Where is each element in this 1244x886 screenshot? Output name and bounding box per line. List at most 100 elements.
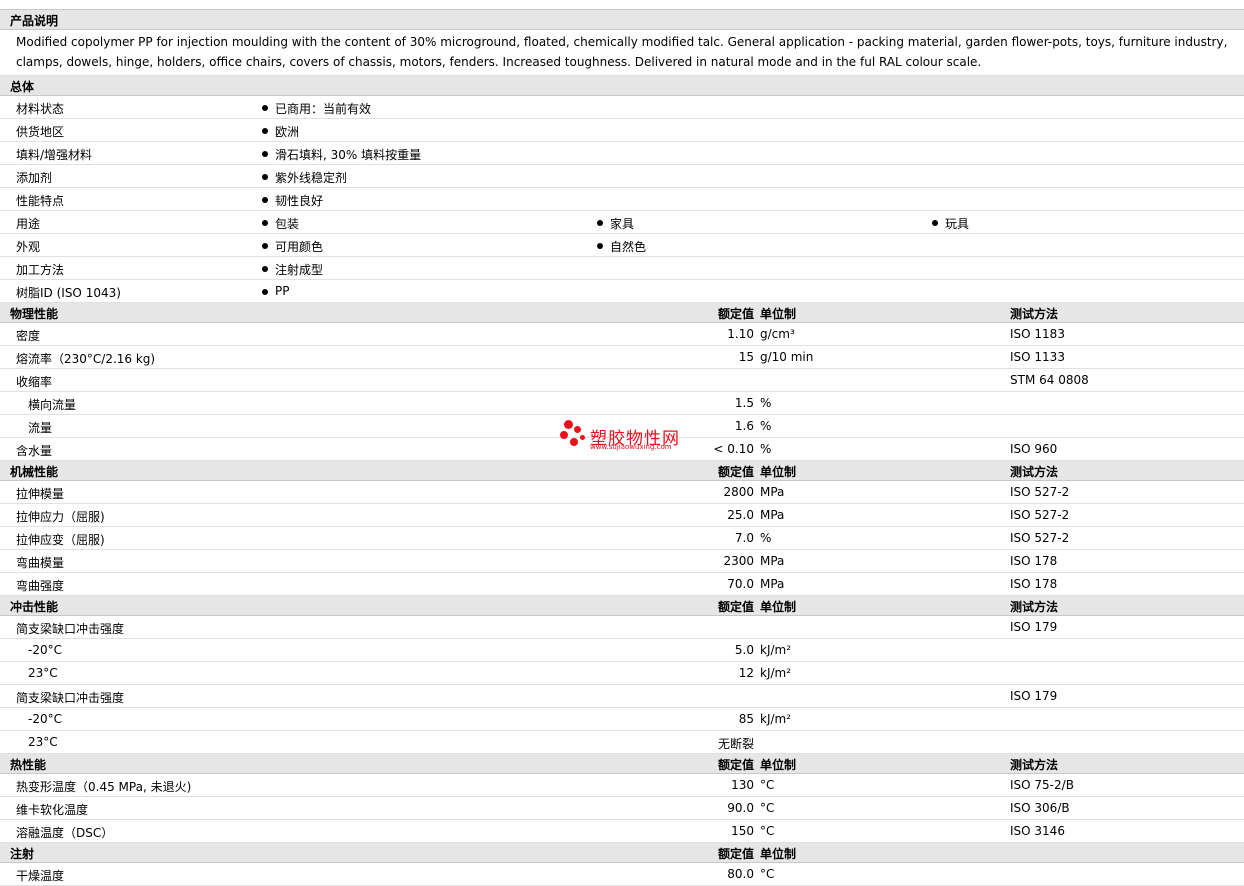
row-unit: % [760, 442, 772, 456]
row-label: 弯曲模量 [16, 556, 65, 570]
row-value: 已商用：当前有效 [260, 100, 371, 117]
column-header-nominal: 额定值 [717, 847, 754, 861]
row-value: 130 [731, 778, 754, 792]
product-description: Modified copolymer PP for injection moul… [0, 30, 1244, 76]
row-test-method: ISO 179 [1010, 689, 1058, 703]
row-label: 加工方法 [16, 263, 65, 277]
general-row-features: 性能特点 韧性良好 [0, 188, 1244, 211]
general-row-appearance: 外观 可用颜色 自然色 [0, 234, 1244, 257]
row-label: -20°C [28, 712, 62, 726]
row-test-method: ISO 3146 [1010, 824, 1065, 838]
section-title: 物理性能 [10, 307, 59, 321]
row-value: 25.0 [727, 508, 754, 522]
row-test-method: ISO 960 [1010, 442, 1058, 456]
row-unit: °C [760, 801, 775, 815]
column-header-test: 测试方法 [1010, 307, 1059, 321]
row-value: 家具 [595, 215, 634, 232]
section-title: 机械性能 [10, 465, 59, 479]
table-row: 拉伸模量 2800 MPa ISO 527-2 [0, 481, 1244, 504]
row-unit: g/cm³ [760, 327, 795, 341]
column-header-nominal: 额定值 [717, 307, 754, 321]
row-value: 150 [731, 824, 754, 838]
row-label: 简支梁缺口冲击强度 [16, 622, 125, 636]
row-label: 横向流量 [28, 398, 77, 412]
row-label: 树脂ID (ISO 1043) [16, 286, 121, 300]
row-value: 滑石填料, 30% 填料按重量 [260, 146, 421, 163]
general-row-region: 供货地区 欧洲 [0, 119, 1244, 142]
row-unit: % [760, 396, 772, 410]
row-value: 玩具 [930, 215, 969, 232]
column-header-nominal: 额定值 [717, 758, 754, 772]
table-row: 拉伸应力（屈服) 25.0 MPa ISO 527-2 [0, 504, 1244, 527]
row-label: 收缩率 [16, 375, 53, 389]
row-label: 弯曲强度 [16, 579, 65, 593]
table-row: 溶融温度（DSC） 150 °C ISO 3146 [0, 820, 1244, 843]
row-unit: g/10 min [760, 350, 814, 364]
row-unit: MPa [760, 485, 785, 499]
table-row: 密度 1.10 g/cm³ ISO 1183 [0, 323, 1244, 346]
column-header-nominal: 额定值 [717, 600, 754, 614]
table-row: 简支梁缺口冲击强度 ISO 179 [0, 685, 1244, 708]
row-test-method: STM 64 0808 [1010, 373, 1089, 387]
column-header-test: 测试方法 [1010, 465, 1059, 479]
row-value: 85 [738, 712, 754, 726]
row-test-method: ISO 178 [1010, 577, 1058, 591]
general-row-status: 材料状态 已商用：当前有效 [0, 96, 1244, 119]
table-row: 23°C 无断裂 [0, 731, 1244, 754]
row-label: 拉伸应变（屈服) [16, 533, 105, 547]
general-row-filler: 填料/增强材料 滑石填料, 30% 填料按重量 [0, 142, 1244, 165]
row-label: 维卡软化温度 [16, 803, 89, 817]
row-unit: kJ/m² [760, 643, 792, 657]
row-value: 可用颜色 [260, 238, 323, 255]
row-value: 90.0 [727, 801, 754, 815]
row-label: 拉伸模量 [16, 487, 65, 501]
table-row: 干燥温度 80.0 °C [0, 863, 1244, 886]
table-row: -20°C 5.0 kJ/m² [0, 639, 1244, 662]
row-unit: °C [760, 867, 775, 881]
row-label: 性能特点 [16, 194, 65, 208]
row-value: 1.5 [734, 396, 754, 410]
table-row: 横向流量 1.5 % [0, 392, 1244, 415]
section-header-thermal: 热性能 额定值 单位制 测试方法 [0, 754, 1244, 774]
general-row-processing: 加工方法 注射成型 [0, 257, 1244, 280]
table-row: 收缩率 STM 64 0808 [0, 369, 1244, 392]
section-title: 产品说明 [10, 14, 59, 28]
section-title: 热性能 [10, 758, 47, 772]
row-unit: °C [760, 778, 775, 792]
column-header-unit: 单位制 [760, 758, 797, 772]
section-header-mechanical: 机械性能 额定值 单位制 测试方法 [0, 461, 1244, 481]
row-label: 23°C [28, 735, 58, 749]
column-header-unit: 单位制 [760, 600, 797, 614]
section-title: 注射 [10, 847, 35, 861]
column-header-unit: 单位制 [760, 307, 797, 321]
row-value: PP [260, 284, 289, 298]
column-header-nominal: 额定值 [717, 465, 754, 479]
row-value: 2800 [723, 485, 754, 499]
row-label: 添加剂 [16, 171, 53, 185]
row-test-method: ISO 1183 [1010, 327, 1065, 341]
table-row: 弯曲强度 70.0 MPa ISO 178 [0, 573, 1244, 596]
table-row: 弯曲模量 2300 MPa ISO 178 [0, 550, 1244, 573]
row-value: 自然色 [595, 238, 646, 255]
row-value: 注射成型 [260, 261, 323, 278]
row-value: 紫外线稳定剂 [260, 169, 347, 186]
table-row: 热变形温度（0.45 MPa, 未退火) 130 °C ISO 75-2/B [0, 774, 1244, 797]
row-test-method: ISO 1133 [1010, 350, 1065, 364]
row-test-method: ISO 179 [1010, 620, 1058, 634]
general-row-additive: 添加剂 紫外线稳定剂 [0, 165, 1244, 188]
table-row: 23°C 12 kJ/m² [0, 662, 1244, 685]
row-label: 含水量 [16, 444, 53, 458]
row-label: 简支梁缺口冲击强度 [16, 691, 125, 705]
watermark-url: www.sujiaowuxing.com [590, 443, 672, 451]
row-value: 7.0 [734, 531, 754, 545]
row-unit: % [760, 531, 772, 545]
row-test-method: ISO 527-2 [1010, 485, 1070, 499]
row-unit: % [760, 419, 772, 433]
row-value: 无断裂 [717, 737, 754, 751]
column-header-test: 测试方法 [1010, 758, 1059, 772]
top-divider [0, 0, 1244, 10]
table-row: 简支梁缺口冲击强度 ISO 179 [0, 616, 1244, 639]
logo-dot-icon [574, 426, 581, 433]
section-header-physical: 物理性能 额定值 单位制 测试方法 [0, 303, 1244, 323]
row-value: 1.10 [727, 327, 754, 341]
